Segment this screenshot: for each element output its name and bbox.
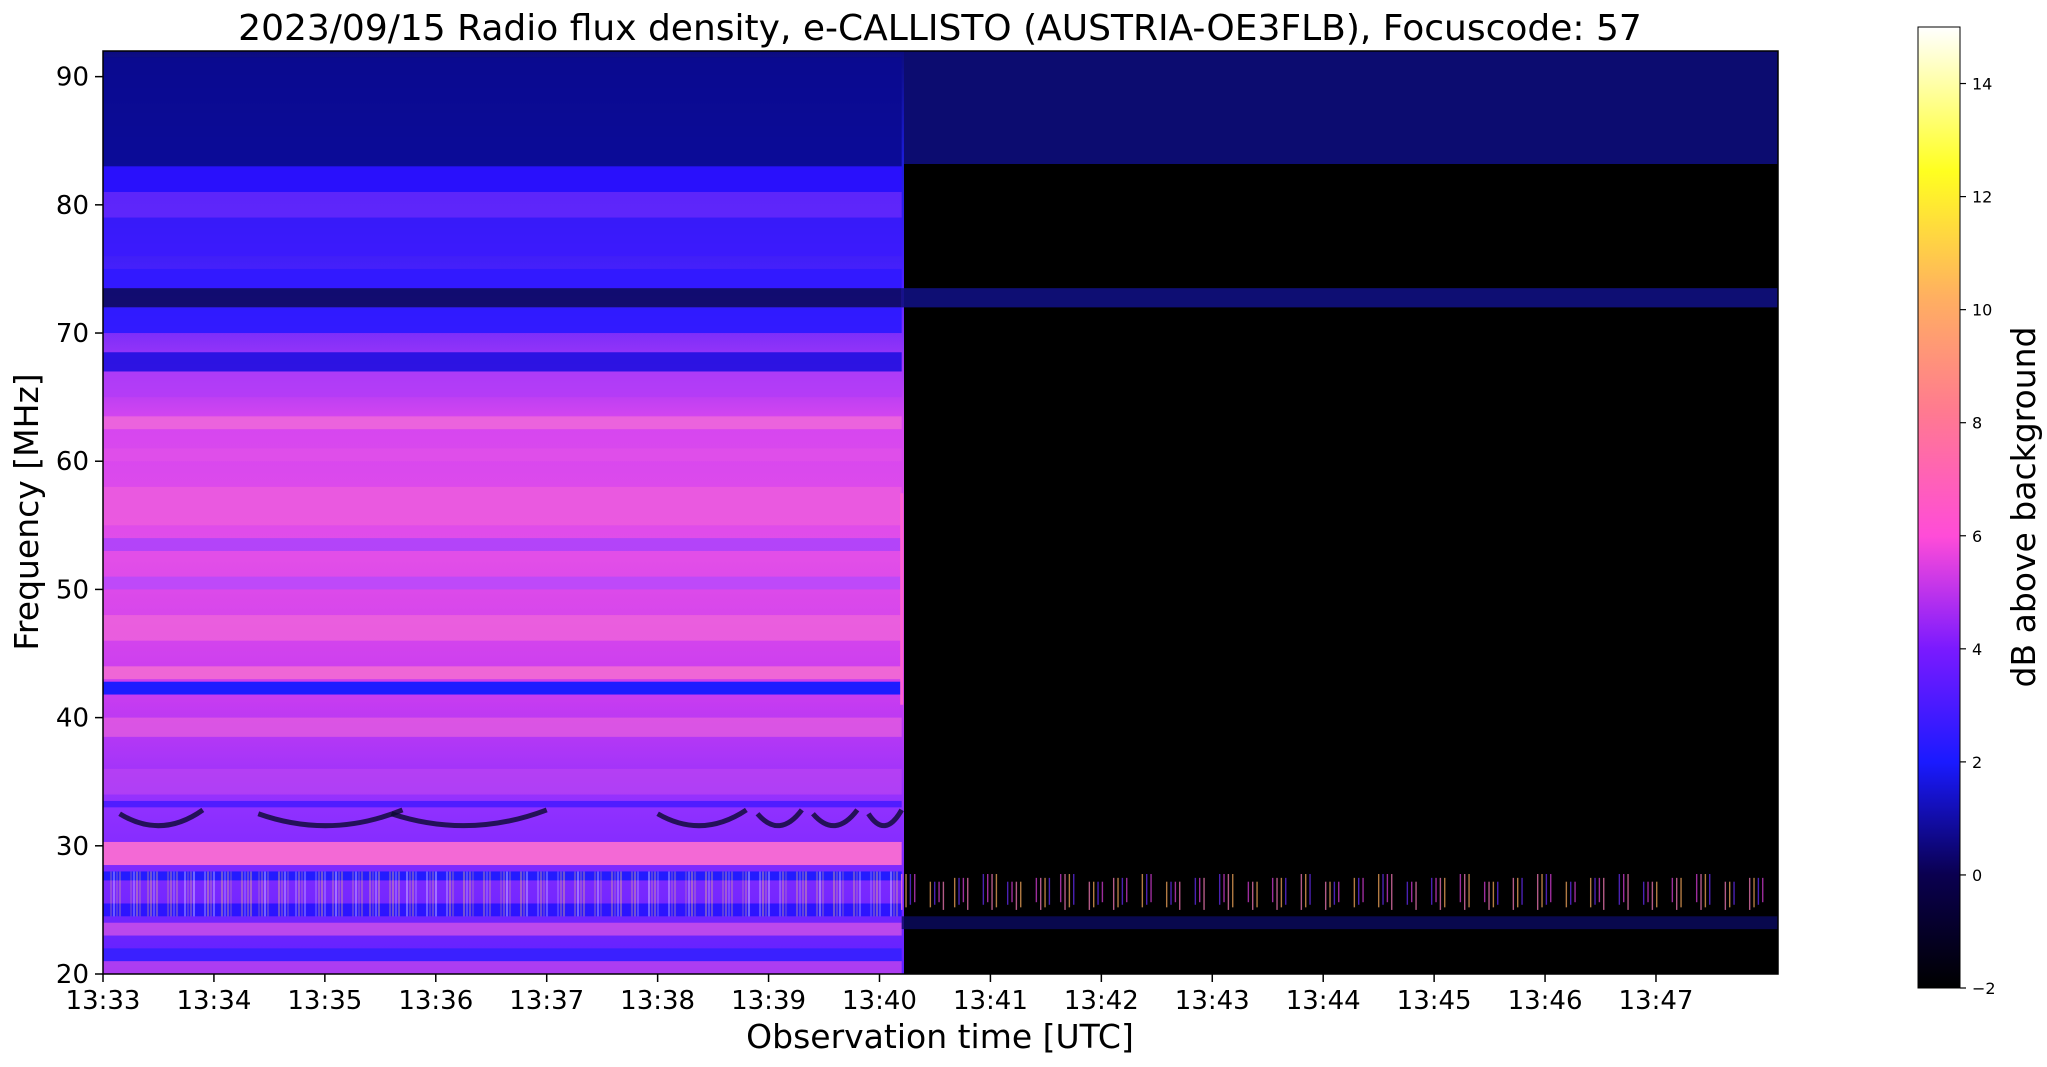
x-tick-label: 13:46 <box>1508 986 1583 1016</box>
colorbar-tick-label: 14 <box>1972 75 1992 94</box>
spectral-band <box>901 288 1778 308</box>
spectral-band <box>103 871 902 881</box>
spectral-band <box>103 166 902 193</box>
y-tick-label: 40 <box>56 704 89 734</box>
colorbar-ticks: −2 0 2 4 6 8 10 12 14 <box>1960 75 1996 998</box>
spectral-band <box>103 576 902 590</box>
colorbar-tick-label: 10 <box>1972 301 1992 320</box>
spectral-band <box>103 948 902 962</box>
colorbar-tick-label: 2 <box>1972 753 1982 772</box>
y-tick-label: 60 <box>56 447 89 477</box>
x-tick-label: 13:42 <box>1064 986 1139 1016</box>
x-tick-label: 13:38 <box>620 986 695 1016</box>
spectral-band <box>103 268 902 289</box>
colorbar-label: dB above background <box>2004 327 2043 688</box>
x-tick-label: 13:37 <box>509 986 584 1016</box>
x-tick-label: 13:43 <box>1175 986 1250 1016</box>
spectral-band <box>103 800 902 808</box>
x-tick-label: 13:39 <box>731 986 806 1016</box>
x-tick-label: 13:33 <box>66 986 141 1016</box>
colorbar-tick-label: 12 <box>1972 188 1992 207</box>
spectral-band <box>103 538 902 551</box>
x-tick-label: 13:41 <box>953 986 1028 1016</box>
y-tick-label: 80 <box>56 191 89 221</box>
spectral-band <box>103 288 902 308</box>
x-tick-label: 13:36 <box>398 986 473 1016</box>
spectral-band <box>103 717 902 737</box>
colorbar <box>1917 26 1961 989</box>
spectral-band <box>103 448 902 462</box>
colorbar-tick-label: 4 <box>1972 640 1982 659</box>
spectral-band <box>103 307 902 334</box>
y-tick-label: 50 <box>56 575 89 605</box>
plot-area <box>103 51 1778 974</box>
x-axis-label: Observation time [UTC] <box>746 1017 1134 1056</box>
spectral-band <box>103 217 902 257</box>
spectral-band <box>103 768 902 795</box>
x-tick-label: 13:45 <box>1397 986 1472 1016</box>
y-axis-label: Frequency [MHz] <box>7 373 46 650</box>
colorbar-tick-label: 0 <box>1972 866 1982 885</box>
colorbar-tick-label: −2 <box>1972 979 1996 998</box>
x-tick-label: 13:34 <box>176 986 251 1016</box>
colorbar-tick-label: 6 <box>1972 527 1982 546</box>
y-axis: 20 30 40 50 60 70 80 90 <box>56 63 103 990</box>
spectral-band <box>103 416 902 430</box>
spectral-band <box>103 371 902 398</box>
spectral-band <box>103 615 902 641</box>
spectrogram-right-top-band <box>904 51 1778 164</box>
spectral-band <box>103 922 902 936</box>
y-tick-label: 20 <box>56 960 89 990</box>
x-tick-label: 13:40 <box>842 986 917 1016</box>
spectral-band <box>103 681 902 695</box>
x-tick-label: 13:44 <box>1286 986 1361 1016</box>
spectral-band <box>103 57 902 167</box>
spectral-band <box>103 486 902 526</box>
spectral-band <box>901 916 1778 930</box>
x-tick-label: 13:47 <box>1619 986 1694 1016</box>
spectral-band <box>103 903 902 917</box>
spectrogram-figure: 2023/09/15 Radio flux density, e-CALLIST… <box>7 8 2043 1056</box>
colorbar-tick-label: 8 <box>1972 414 1982 433</box>
y-tick-label: 90 <box>56 63 89 93</box>
y-tick-label: 70 <box>56 319 89 349</box>
spectral-band <box>103 352 902 372</box>
spectral-band <box>103 841 902 866</box>
x-tick-label: 13:35 <box>287 986 362 1016</box>
chart-title: 2023/09/15 Radio flux density, e-CALLIST… <box>238 8 1642 49</box>
spectral-band <box>103 666 902 680</box>
spectral-band <box>103 961 902 974</box>
x-axis: 13:33 13:34 13:35 13:36 13:37 13:38 13:39 13:40… <box>66 974 1694 1016</box>
y-tick-label: 30 <box>56 832 89 862</box>
spectral-band <box>103 192 902 218</box>
